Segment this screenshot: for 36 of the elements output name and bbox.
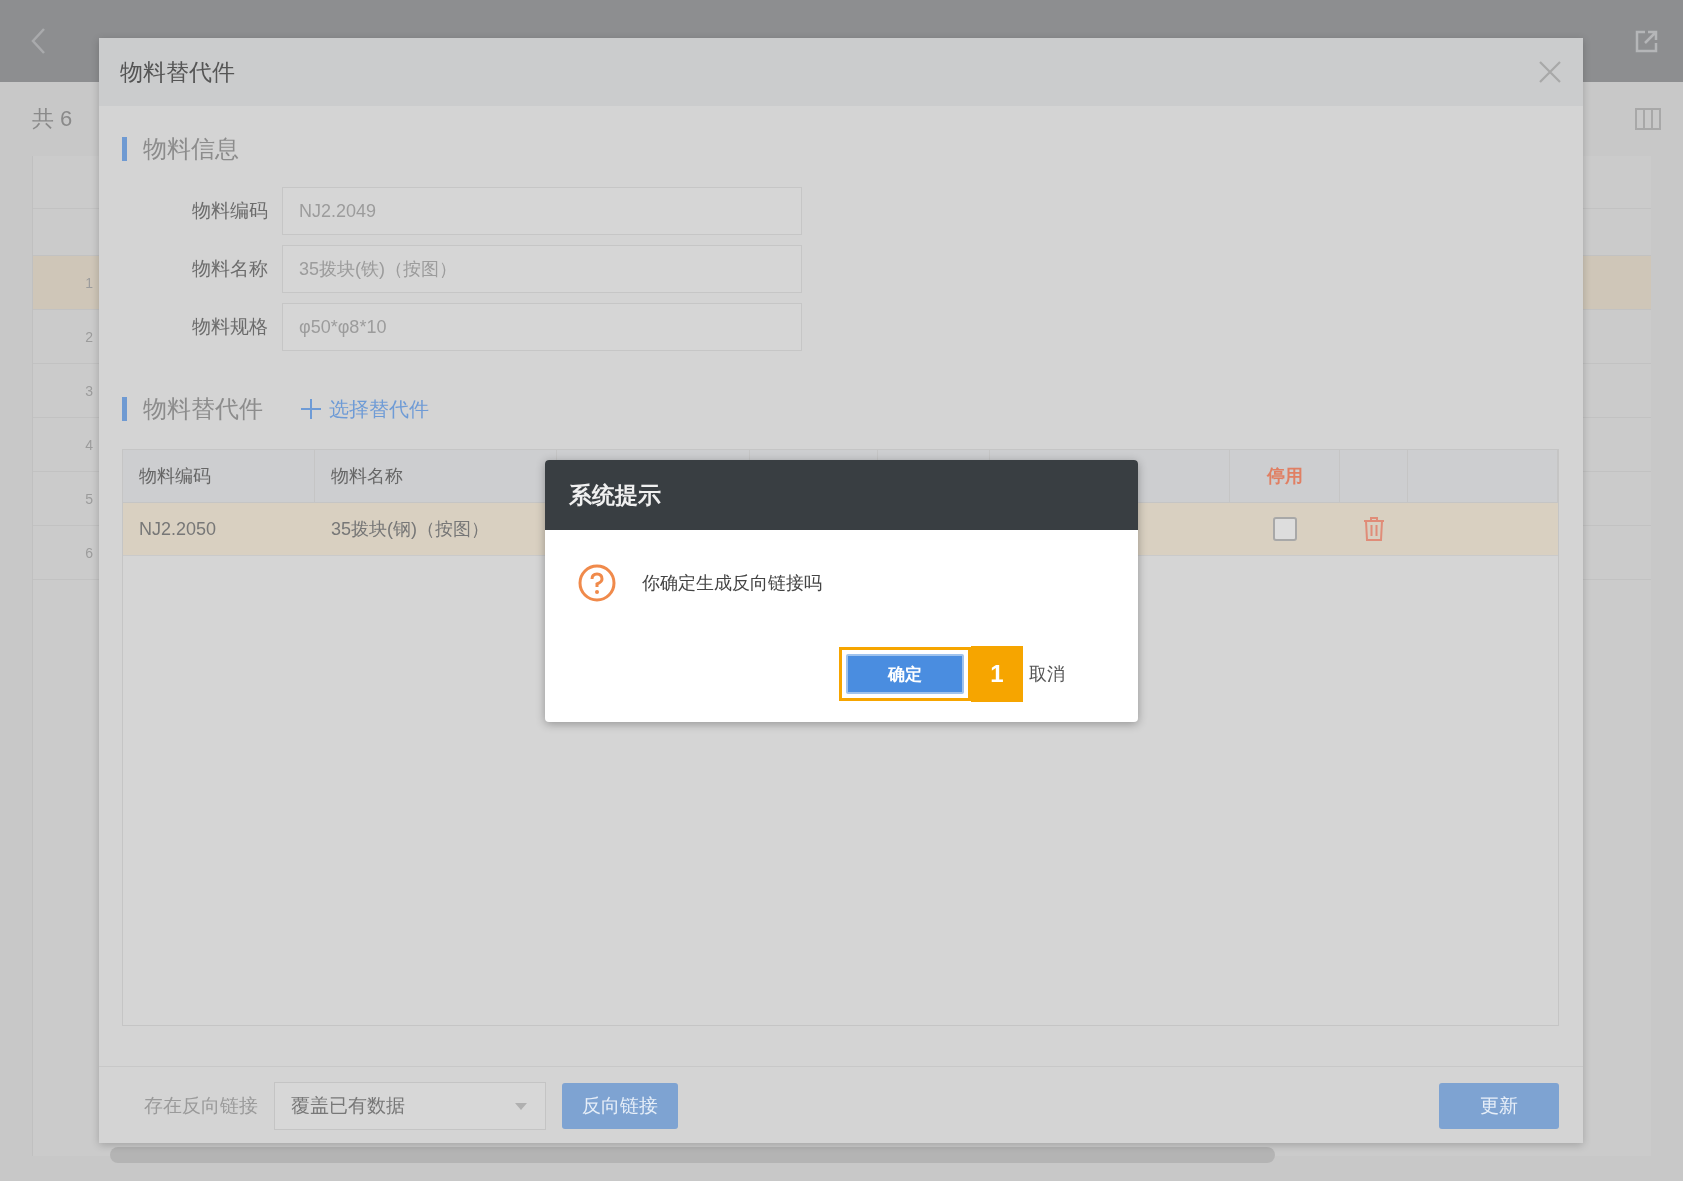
step-badge: 1 (971, 646, 1023, 702)
trash-icon[interactable] (1362, 516, 1386, 542)
field-label: 物料名称 (191, 257, 269, 281)
column-header: 停用 (1266, 465, 1303, 488)
section-title: 物料信息 (143, 134, 239, 164)
input-field[interactable]: φ50*φ8*10 (282, 303, 802, 351)
caret-icon (515, 1102, 527, 1110)
section-marker (122, 397, 127, 421)
dialog-title: 系统提示 (569, 480, 661, 510)
plus-icon (301, 399, 321, 419)
reverse-link-button[interactable]: 反向链接 (562, 1083, 678, 1129)
columns-icon[interactable] (1635, 108, 1661, 130)
ok-button[interactable]: 确定 (846, 654, 964, 694)
field-label: 物料编码 (191, 199, 269, 223)
table-cell: NJ2.2050 (139, 518, 217, 540)
column-header: 物料编码 (139, 465, 211, 488)
column-header: 物料名称 (331, 465, 403, 488)
input-field[interactable]: NJ2.2049 (282, 187, 802, 235)
input-field[interactable]: 35拨块(铁)（按图） (282, 245, 802, 293)
dropdown[interactable]: 覆盖已有数据 (274, 1082, 546, 1130)
scrollbar[interactable] (110, 1147, 1275, 1163)
section-marker (122, 137, 127, 161)
back-icon[interactable] (30, 27, 46, 55)
modal-title: 物料替代件 (120, 57, 235, 87)
table-cell-text: 35拨块(钢)（按图） (331, 518, 489, 541)
cancel-link[interactable]: 取消 (1029, 662, 1065, 686)
field-label: 存在反向链接 (144, 1094, 258, 1118)
field-label: 物料规格 (191, 315, 269, 339)
section-title: 物料替代件 (143, 394, 263, 424)
checkbox[interactable] (1273, 517, 1297, 541)
add-link[interactable]: 选择替代件 (301, 395, 429, 423)
question-icon (578, 564, 616, 602)
update-button[interactable]: 更新 (1439, 1083, 1559, 1129)
record-count: 共 6 (32, 105, 73, 133)
dialog-message: 你确定生成反向链接吗 (642, 572, 822, 595)
close-icon[interactable] (1539, 61, 1561, 83)
